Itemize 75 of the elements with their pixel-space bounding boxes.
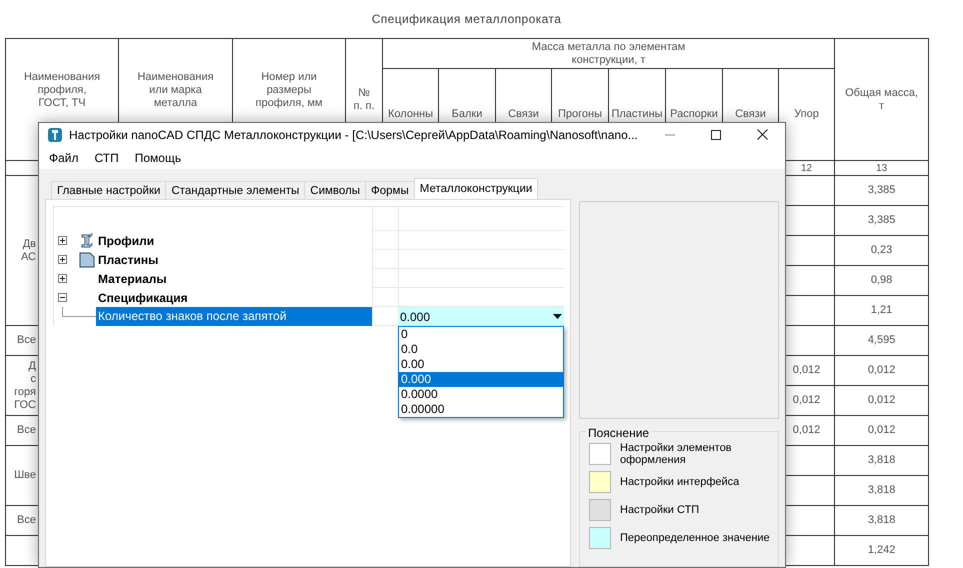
grid-cell [372,288,398,307]
expand-icon[interactable] [58,274,67,283]
column-header: Общая масса, т [845,86,918,112]
legend-label: Настройки элементов оформления [620,442,733,466]
row-heading: Все [17,334,36,346]
column-header: Упор [794,108,819,120]
dropdown-option[interactable]: 0.00 [399,357,563,372]
tree-item[interactable]: Материалы [98,270,167,288]
app-icon [47,126,63,142]
caret-icon [553,314,562,319]
total-mass-value: 1,242 [868,544,896,556]
column-header: Колонны [388,108,433,120]
total-mass-value: 3,818 [868,514,896,526]
column-header: Связи [508,108,539,120]
legend-label: Настройки СТП [620,504,700,516]
tree-item[interactable]: Пластины [98,250,158,268]
total-mass-value: 3,385 [868,214,896,226]
menu-item[interactable]: Помощь [126,148,190,166]
dropdown-option[interactable]: 0.0000 [399,387,563,402]
total-mass-value: 0,012 [868,394,896,406]
column-header: Наименования или марка металла [137,71,214,109]
dropdown-option[interactable]: 0.00000 [399,402,563,417]
total-mass-value: 3,818 [868,454,896,466]
total-mass-value: 1,21 [870,304,892,316]
tab[interactable]: Главные настройки [51,181,166,199]
collapse-icon[interactable] [58,293,67,302]
total-mass-value: 3,818 [868,484,896,496]
row-heading: Все [17,424,36,436]
value-dropdown[interactable]: 0.000 [398,307,564,326]
sheet-title: Спецификация металлопроката [372,12,562,26]
column-header: Номер или размеры профиля, мм [256,71,322,109]
tree-item[interactable]: Спецификация [98,288,188,306]
legend-label: Настройки интерфейса [620,476,740,488]
plate-icon [79,252,95,268]
column-header: Связи [735,108,766,120]
total-mass-value: 3,385 [868,184,896,196]
row-heading: Д с горя ГОС [14,360,36,410]
total-mass-value: 0,012 [868,424,896,436]
column-header: № п. п. [353,86,375,112]
row-heading: Шве [14,469,36,481]
column-number: 13 [876,162,888,174]
row-heading: Все [17,514,36,526]
column-header: Пластины [611,108,663,120]
legend-label: Переопределенное значение [620,532,771,544]
maximize-icon [711,130,721,140]
tree-item[interactable]: Количество знаков после запятой [96,307,372,326]
dropdown-option[interactable]: 0.000 [399,372,563,387]
tree-connector-line [62,307,96,317]
beam-icon [79,232,95,248]
dropdown-option[interactable]: 0.0 [399,342,563,357]
window-title: Настройки nanoCAD СПДС Металлоконструкции - [C:\Users\Сергей\AppData\Roaming\Nanosoft\nano... [69,126,639,144]
tree-item[interactable]: Профили [98,232,154,250]
total-mass-value: 0,23 [870,244,892,256]
menu-item[interactable]: СТП [86,148,127,166]
column-number: 12 [800,162,812,174]
total-mass-value: 4,595 [868,334,896,346]
row-heading: Дв АС [20,238,36,262]
mass-value: 0,012 [792,364,820,376]
menu-item[interactable]: Файл [41,148,87,166]
column-group-header: Масса металла по элементам конструкции, т [532,40,686,66]
mass-value: 0,012 [792,394,820,406]
column-header: Наименования профиля, ГОСТ, ТЧ [24,71,100,109]
close-icon [756,129,768,140]
tab[interactable]: Формы [365,181,415,199]
dropdown-option[interactable]: 0 [399,327,563,342]
total-mass-value: 0,012 [868,364,896,376]
mass-value: 0,012 [792,424,820,436]
column-header: Прогоны [558,108,602,120]
expand-icon[interactable] [58,236,67,245]
column-header: Балки [452,108,482,120]
column-header: Распорки [670,108,718,120]
tab[interactable]: Металлоконструкции [414,178,538,199]
expand-icon[interactable] [58,255,67,264]
tab[interactable]: Стандартные элементы [165,181,306,199]
total-mass-value: 0,98 [870,274,892,286]
